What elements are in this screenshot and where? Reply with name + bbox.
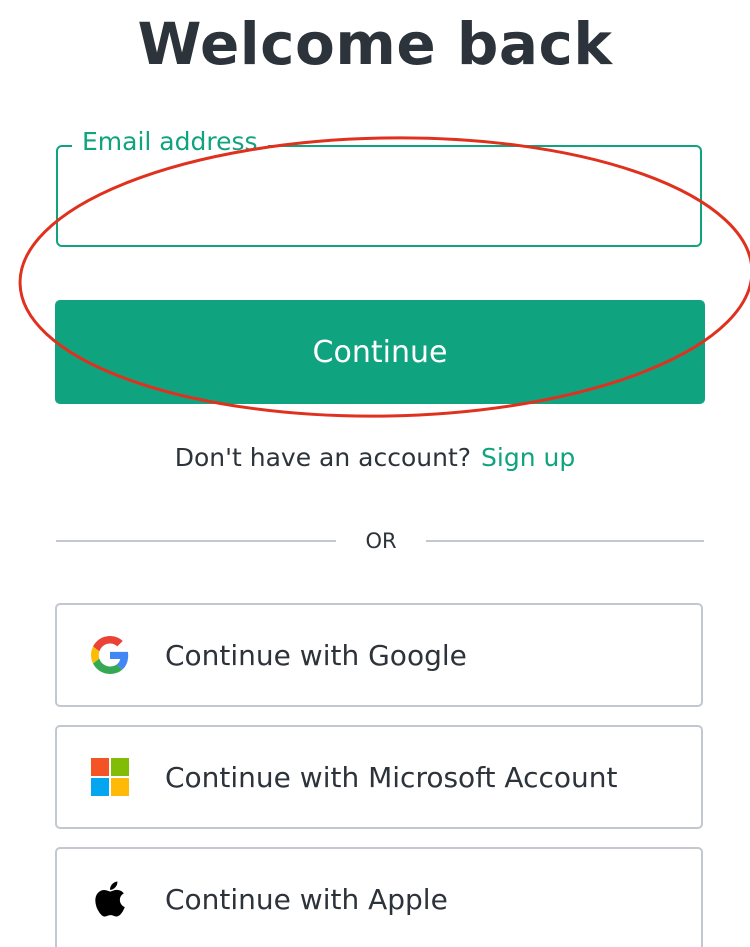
google-icon bbox=[90, 635, 130, 675]
divider-line-left bbox=[56, 540, 336, 542]
apple-icon bbox=[90, 879, 130, 919]
or-divider: OR bbox=[56, 524, 704, 558]
email-input[interactable] bbox=[72, 177, 686, 219]
apple-button-label: Continue with Apple bbox=[165, 882, 448, 916]
signup-prompt-text: Don't have an account? bbox=[174, 443, 472, 472]
email-label: Email address bbox=[72, 126, 268, 158]
sign-up-link[interactable]: Sign up bbox=[481, 443, 575, 472]
microsoft-button-label: Continue with Microsoft Account bbox=[165, 760, 618, 794]
continue-with-google-button[interactable]: Continue with Google bbox=[55, 603, 703, 707]
continue-with-apple-button[interactable]: Continue with Apple bbox=[55, 847, 703, 947]
divider-line-right bbox=[426, 540, 704, 542]
login-page: Welcome back Email address Continue Don'… bbox=[0, 0, 750, 947]
signup-prompt-row: Don't have an account? Sign up bbox=[0, 438, 750, 478]
or-text: OR bbox=[365, 529, 397, 553]
microsoft-icon bbox=[90, 757, 130, 797]
google-button-label: Continue with Google bbox=[165, 638, 467, 672]
email-field[interactable] bbox=[56, 145, 702, 247]
continue-button[interactable]: Continue bbox=[55, 300, 705, 404]
page-title: Welcome back bbox=[137, 10, 613, 78]
continue-with-microsoft-button[interactable]: Continue with Microsoft Account bbox=[55, 725, 703, 829]
